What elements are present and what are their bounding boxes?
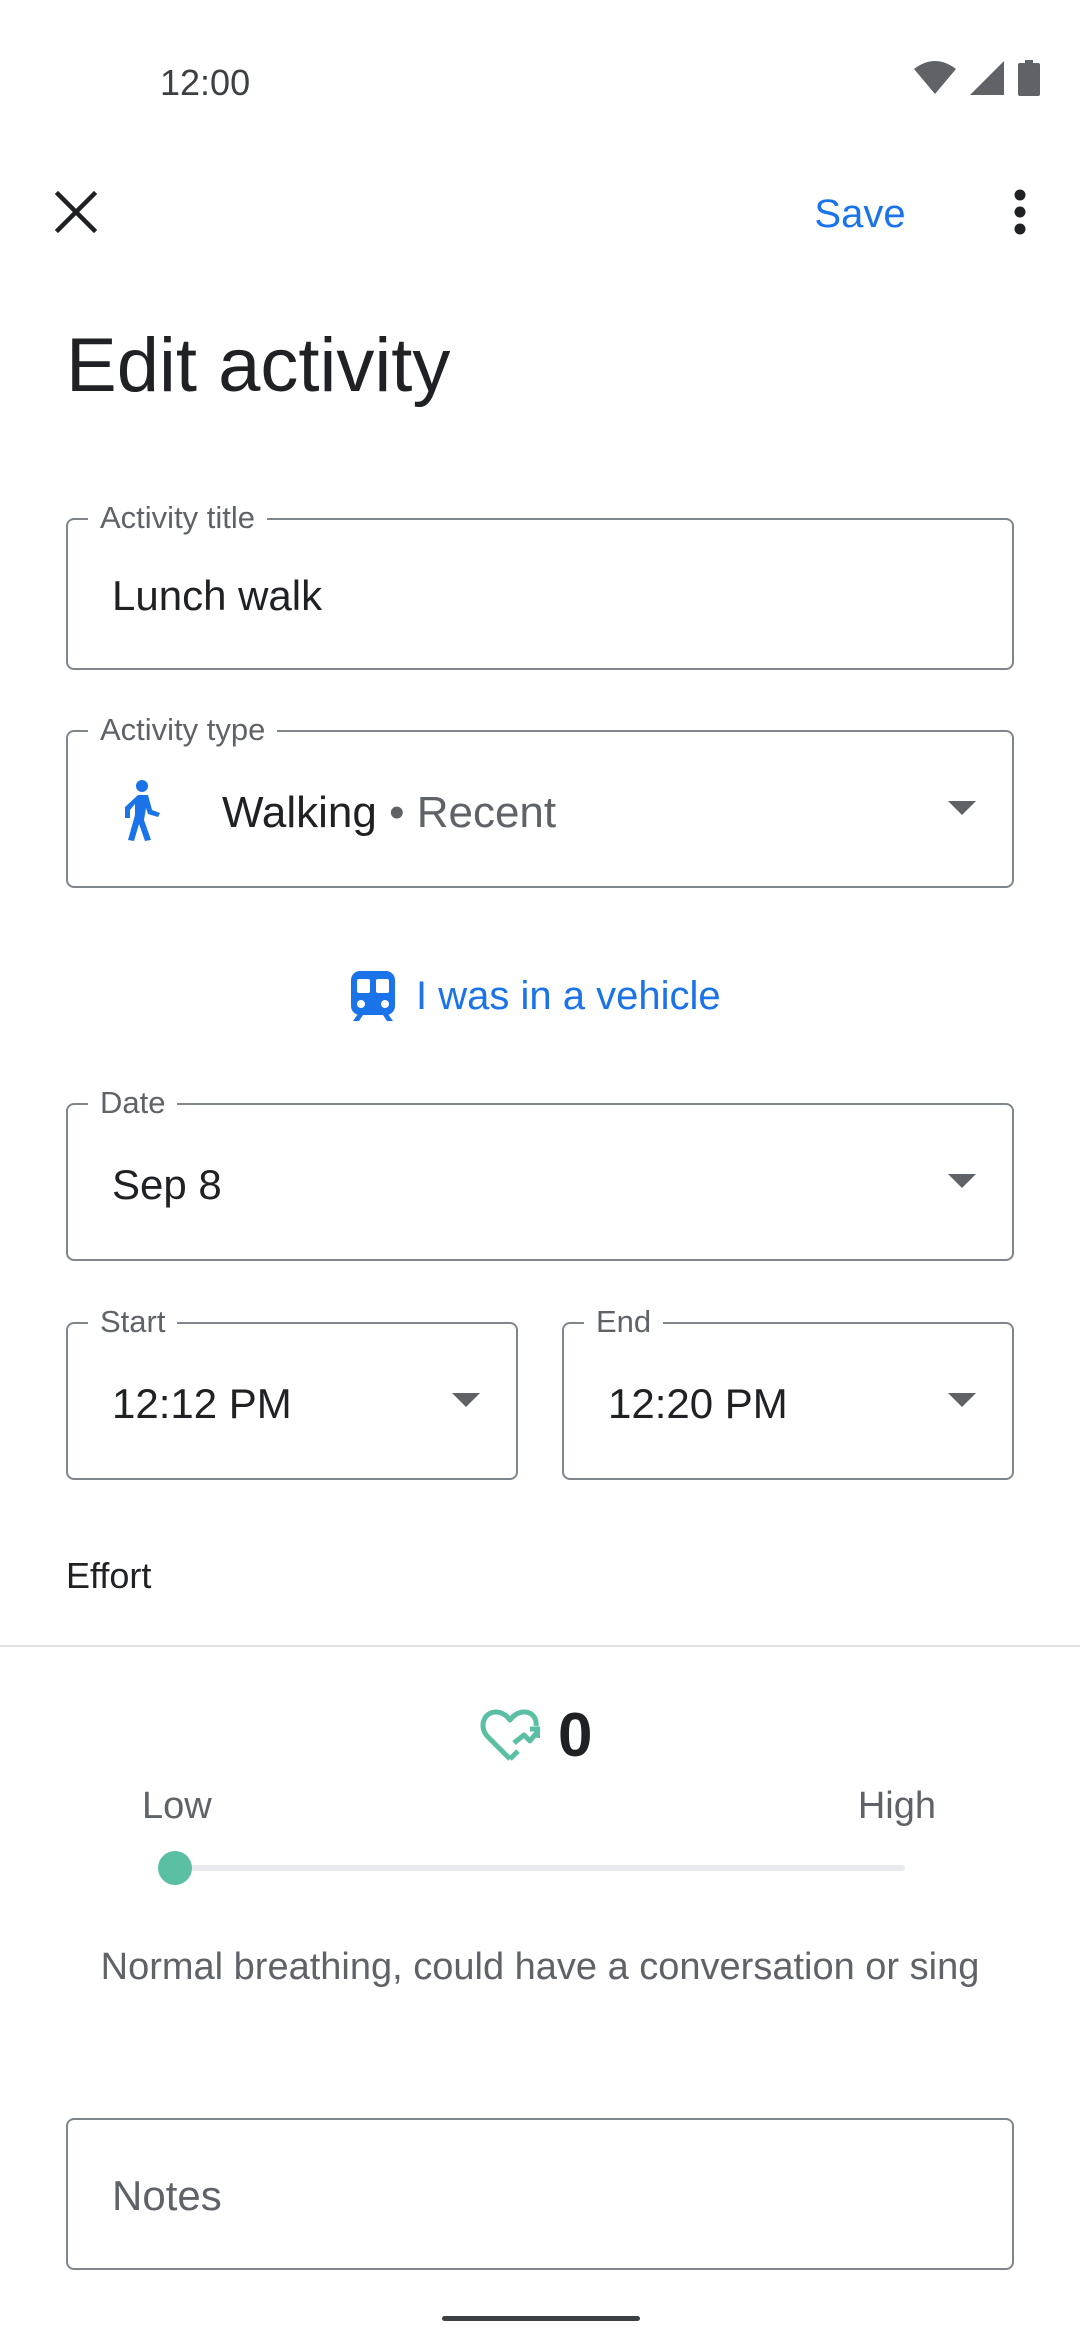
effort-score: 0	[480, 1700, 592, 1771]
activity-title-label: Activity title	[88, 498, 268, 538]
effort-section-title: Effort	[66, 1555, 152, 1596]
heart-trending-icon	[480, 1709, 540, 1761]
notes-input[interactable]: Notes	[66, 2118, 1014, 2270]
home-indicator[interactable]	[442, 2316, 640, 2321]
page-title: Edit activity	[66, 323, 451, 408]
divider	[0, 1645, 1080, 1647]
vehicle-link[interactable]: I was in a vehicle	[350, 970, 721, 1022]
date-value: Sep 8	[112, 1161, 222, 1208]
activity-type-label: Activity type	[88, 710, 278, 750]
dropdown-arrow-icon	[452, 1393, 480, 1407]
end-label: End	[584, 1302, 664, 1342]
effort-high-label: High	[857, 1785, 936, 1827]
dropdown-arrow-icon	[948, 1174, 976, 1188]
end-time-dropdown[interactable]: End 12:20 PM	[562, 1302, 1014, 1480]
walking-person-icon	[125, 780, 160, 841]
battery-icon	[1018, 60, 1040, 96]
date-label: Date	[88, 1083, 178, 1123]
start-label: Start	[88, 1302, 178, 1342]
effort-slider-track[interactable]	[175, 1865, 905, 1871]
activity-type-value: Walking	[222, 788, 377, 837]
effort-value: 0	[558, 1701, 593, 1770]
activity-type-text: Walking • Recent	[222, 788, 556, 838]
effort-slider-thumb[interactable]	[158, 1851, 192, 1885]
close-button[interactable]	[36, 172, 116, 252]
wifi-icon	[914, 61, 956, 94]
end-value: 12:20 PM	[608, 1380, 788, 1427]
status-time: 12:00	[160, 62, 251, 103]
start-value: 12:12 PM	[112, 1380, 292, 1427]
save-button[interactable]: Save	[800, 184, 920, 244]
activity-type-dropdown[interactable]: Activity type Walking • Recent	[66, 710, 1014, 888]
train-icon	[351, 971, 395, 1021]
effort-description: Normal breathing, could have a conversat…	[100, 1946, 980, 1988]
start-time-dropdown[interactable]: Start 12:12 PM	[66, 1302, 518, 1480]
dropdown-arrow-icon	[948, 801, 976, 815]
activity-title-field[interactable]: Activity title Lunch walk	[66, 498, 1014, 670]
notes-placeholder: Notes	[112, 2172, 222, 2219]
dropdown-arrow-icon	[948, 1393, 976, 1407]
status-icons	[914, 60, 1040, 96]
date-dropdown[interactable]: Date Sep 8	[66, 1083, 1014, 1261]
cellular-signal-icon	[970, 61, 1004, 95]
close-icon	[54, 190, 98, 234]
activity-title-value: Lunch walk	[112, 572, 323, 619]
more-options-button[interactable]	[980, 172, 1060, 252]
vehicle-link-label: I was in a vehicle	[416, 973, 721, 1018]
edit-activity-screen: 12:00 Save Edit activity Activity title …	[0, 0, 1080, 2340]
more-vert-icon	[1014, 189, 1026, 235]
activity-type-suffix: • Recent	[376, 788, 557, 837]
effort-low-label: Low	[142, 1785, 212, 1827]
